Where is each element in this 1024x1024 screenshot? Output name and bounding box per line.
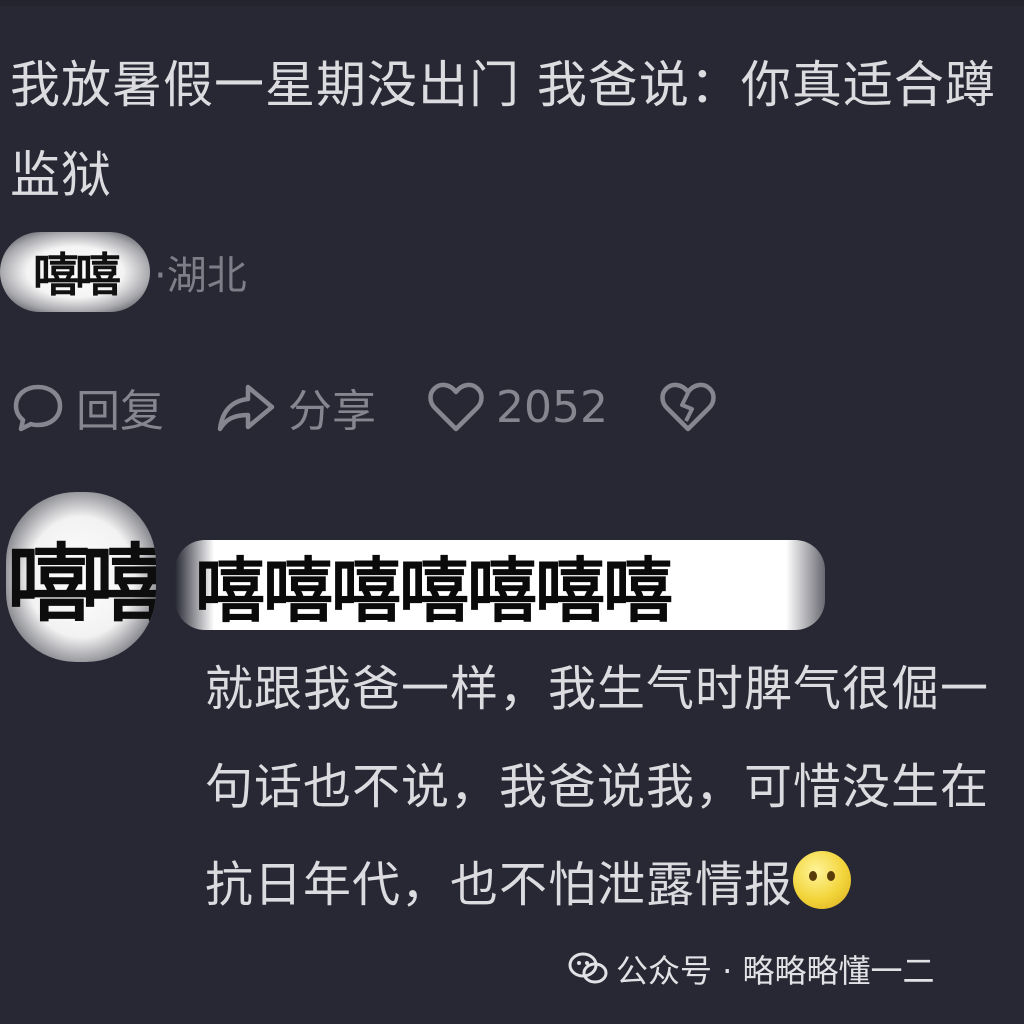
username-blurred[interactable]: 嘻嘻 bbox=[0, 232, 150, 312]
reply-button[interactable]: 回复 bbox=[10, 375, 164, 439]
watermark: 公众号 · 略略略懂一二 bbox=[568, 944, 935, 994]
top-edge bbox=[0, 0, 1024, 6]
dislike-button[interactable] bbox=[658, 379, 728, 435]
reply-text-content: 就跟我爸一样，我生气时脾气很倔一句话也不说，我爸说我，可惜没生在抗日年代，也不怕… bbox=[205, 661, 990, 913]
emoji-icon bbox=[793, 851, 852, 909]
share-label: 分享 bbox=[288, 386, 376, 437]
comment-meta: 嘻嘻 ·湖北 bbox=[0, 232, 600, 312]
action-bar: 回复 分享 2052 bbox=[10, 372, 778, 442]
heart-icon bbox=[428, 382, 484, 432]
share-arrow-icon bbox=[217, 384, 275, 432]
reply-label: 回复 bbox=[76, 386, 164, 437]
like-button[interactable]: 2052 bbox=[426, 379, 608, 435]
wechat-icon bbox=[568, 952, 608, 984]
watermark-text: 公众号 · 略略略懂一二 bbox=[616, 952, 935, 990]
reply-username[interactable]: 嘻嘻嘻嘻嘻嘻嘻 bbox=[175, 540, 825, 630]
broken-heart-icon bbox=[660, 382, 716, 432]
avatar-text: 嘻嘻 bbox=[6, 534, 156, 633]
share-button[interactable]: 分享 bbox=[214, 375, 376, 439]
reply-text: 就跟我爸一样，我生气时脾气很倔一句话也不说，我爸说我，可惜没生在抗日年代，也不怕… bbox=[205, 640, 1005, 934]
avatar[interactable]: 嘻嘻 bbox=[6, 492, 156, 662]
comment-text: 我放暑假一星期没出门 我爸说：你真适合蹲监狱 bbox=[10, 56, 996, 204]
like-count: 2052 bbox=[496, 381, 608, 433]
location-label: ·湖北 bbox=[154, 253, 247, 299]
comment-icon bbox=[13, 384, 63, 432]
